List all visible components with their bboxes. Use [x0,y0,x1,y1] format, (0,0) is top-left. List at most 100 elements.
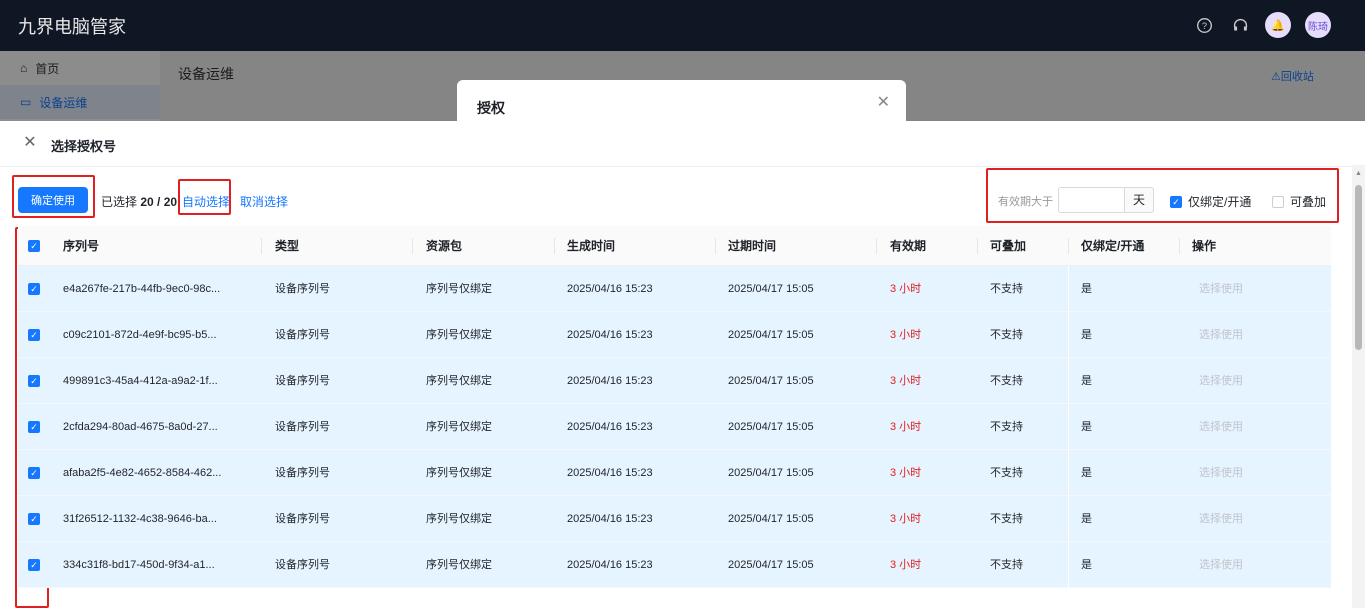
column-header: 操作 [1192,239,1217,253]
scrollbar[interactable]: ▲ [1352,165,1365,608]
validity-cell: 3 小时 [890,513,922,525]
validity-cell: 3 小时 [890,421,922,433]
row-checkbox[interactable]: ✓ [28,375,40,387]
bind-only-cell: 是 [1081,283,1092,295]
created-time-cell: 2025/04/16 15:23 [567,421,653,433]
highlight-box [12,175,95,218]
created-time-cell: 2025/04/16 15:23 [567,467,653,479]
close-icon[interactable]: ✕ [20,133,40,153]
authorization-dialog: 授权 ✕ [457,80,906,125]
package-cell: 序列号仅绑定 [426,467,492,479]
type-cell: 设备序列号 [275,283,330,295]
top-bar: 九界电脑管家 ? 🔔 陈琦 [0,0,1365,51]
days-input[interactable] [1058,187,1125,213]
row-checkbox[interactable]: ✓ [28,329,40,341]
cancel-select-link[interactable]: 取消选择 [240,193,288,210]
row-checkbox[interactable]: ✓ [28,559,40,571]
table-row[interactable]: ✓ 2cfda294-80ad-4675-8a0d-27... 设备序列号 序列号仅绑… [18,404,1331,450]
select-license-drawer: ✕ 选择授权号 确定使用 已选择 20 / 20 自动选择 取消选择 有效期大于… [0,121,1365,608]
notification-bell-icon[interactable]: 🔔 [1265,12,1291,38]
select-use-action[interactable]: 选择使用 [1199,404,1243,450]
type-cell: 设备序列号 [275,329,330,341]
select-use-action[interactable]: 选择使用 [1199,312,1243,358]
package-cell: 序列号仅绑定 [426,283,492,295]
select-use-action[interactable]: 选择使用 [1199,358,1243,404]
column-divider [1068,266,1069,312]
validity-cell: 3 小时 [890,375,922,387]
column-divider [1068,542,1069,588]
expiry-time-cell: 2025/04/17 15:05 [728,375,814,387]
created-time-cell: 2025/04/16 15:23 [567,375,653,387]
only-bind-label: 仅绑定/开通 [1188,195,1252,209]
column-divider [1068,404,1069,450]
expiry-time-cell: 2025/04/17 15:05 [728,559,814,571]
serial-cell: afaba2f5-4e82-4652-8584-462... [63,467,222,479]
checkbox-unchecked-icon [1272,195,1284,208]
days-suffix: 天 [1124,187,1154,213]
table-row[interactable]: ✓ 499891c3-45a4-412a-a9a2-1f... 设备序列号 序列号仅绑… [18,358,1331,404]
selected-count: 已选择 20 / 20 [101,193,177,210]
bind-only-cell: 是 [1081,467,1092,479]
select-use-action[interactable]: 选择使用 [1199,542,1243,588]
type-cell: 设备序列号 [275,513,330,525]
column-divider [1068,496,1069,542]
headset-icon[interactable] [1229,14,1251,36]
stackable-label: 可叠加 [1290,195,1327,209]
dialog-close-icon[interactable]: ✕ [877,92,890,112]
package-cell: 序列号仅绑定 [426,329,492,341]
expiry-time-cell: 2025/04/17 15:05 [728,329,814,341]
type-cell: 设备序列号 [275,559,330,571]
row-checkbox[interactable]: ✓ [28,513,40,525]
scrollbar-thumb[interactable] [1355,185,1362,350]
checkbox-checked-icon: ✓ [1170,195,1182,208]
created-time-cell: 2025/04/16 15:23 [567,513,653,525]
validity-cell: 3 小时 [890,467,922,479]
selected-count-value: 20 / 20 [140,195,178,209]
stackable-cell: 不支持 [990,329,1023,341]
column-divider [261,238,262,254]
select-use-action[interactable]: 选择使用 [1199,266,1243,312]
stackable-checkbox[interactable]: 可叠加 [1272,193,1326,210]
select-all-checkbox[interactable]: ✓ [28,240,40,252]
row-checkbox[interactable]: ✓ [28,421,40,433]
validity-filter-label: 有效期大于 [998,196,1053,208]
validity-cell: 3 小时 [890,559,922,571]
serial-cell: 499891c3-45a4-412a-a9a2-1f... [63,375,218,387]
column-divider [876,238,877,254]
column-header: 序列号 [63,239,100,253]
validity-cell: 3 小时 [890,329,922,341]
created-time-cell: 2025/04/16 15:23 [567,559,653,571]
table-row[interactable]: ✓ afaba2f5-4e82-4652-8584-462... 设备序列号 序列号仅… [18,450,1331,496]
scroll-up-icon[interactable]: ▲ [1355,170,1362,177]
top-bar-actions: ? 🔔 陈琦 [1193,12,1331,38]
serial-cell: c09c2101-872d-4e9f-bc95-b5... [63,329,217,341]
stackable-cell: 不支持 [990,375,1023,387]
column-divider [1068,358,1069,404]
selected-prefix: 已选择 [101,195,138,209]
table-row[interactable]: ✓ 31f26512-1132-4c38-9646-ba... 设备序列号 序列号仅绑… [18,496,1331,542]
dialog-title: 授权 [477,100,505,116]
type-cell: 设备序列号 [275,375,330,387]
serial-cell: 31f26512-1132-4c38-9646-ba... [63,513,217,525]
only-bind-checkbox[interactable]: ✓ 仅绑定/开通 [1170,193,1251,210]
stackable-cell: 不支持 [990,559,1023,571]
help-icon[interactable]: ? [1193,14,1215,36]
table-row[interactable]: ✓ e4a267fe-217b-44fb-9ec0-98c... 设备序列号 序列号仅… [18,266,1331,312]
select-use-action[interactable]: 选择使用 [1199,496,1243,542]
serial-cell: e4a267fe-217b-44fb-9ec0-98c... [63,283,221,295]
column-divider [412,238,413,254]
column-header: 仅绑定/开通 [1081,239,1145,253]
bind-only-cell: 是 [1081,375,1092,387]
avatar[interactable]: 陈琦 [1305,12,1331,38]
row-checkbox[interactable]: ✓ [28,467,40,479]
table-row[interactable]: ✓ c09c2101-872d-4e9f-bc95-b5... 设备序列号 序列号仅绑… [18,312,1331,358]
row-checkbox[interactable]: ✓ [28,283,40,295]
column-divider [554,238,555,254]
bind-only-cell: 是 [1081,329,1092,341]
column-header: 可叠加 [990,239,1027,253]
select-use-action[interactable]: 选择使用 [1199,450,1243,496]
package-cell: 序列号仅绑定 [426,375,492,387]
column-header: 过期时间 [728,239,777,253]
table-row[interactable]: ✓ 334c31f8-bd17-450d-9f34-a1... 设备序列号 序列号仅绑… [18,542,1331,588]
drawer-header: ✕ 选择授权号 [0,121,1365,167]
